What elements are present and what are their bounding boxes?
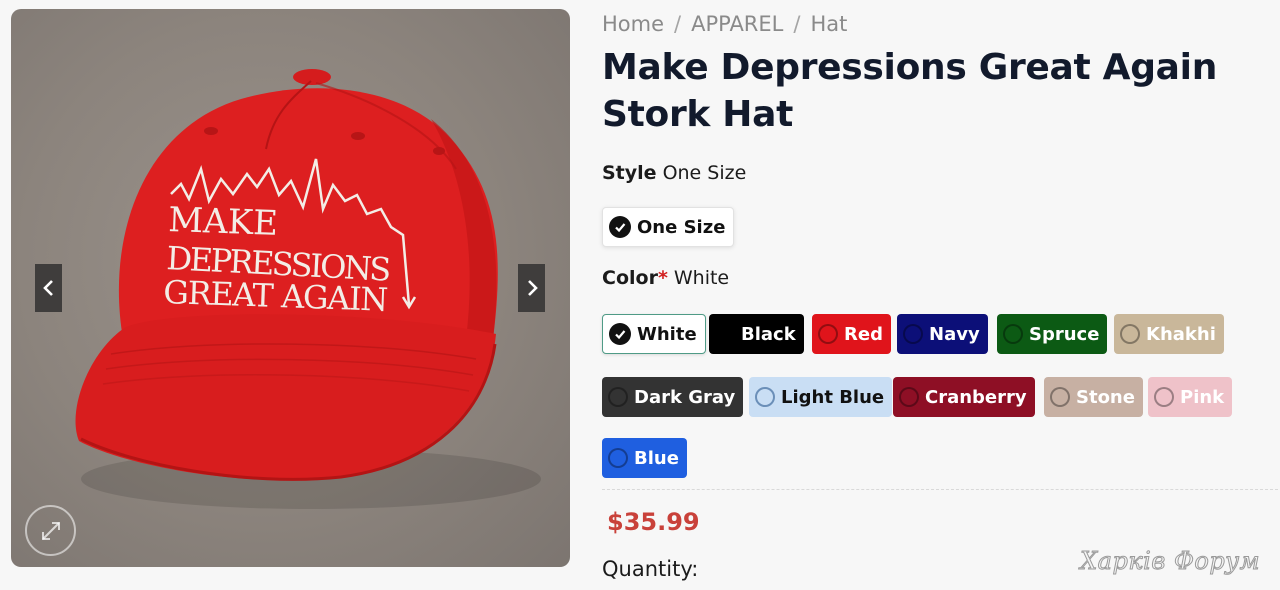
breadcrumb-subcategory[interactable]: Hat	[810, 12, 847, 36]
color-swatch-khakhi[interactable]: Khakhi	[1114, 314, 1224, 354]
swatch-dot	[818, 324, 838, 344]
swatch-label: Spruce	[1029, 323, 1100, 345]
swatch-label: Red	[844, 323, 883, 345]
swatch-label: Pink	[1180, 386, 1225, 408]
swatch-dot	[899, 387, 919, 407]
cap-text-line-1: MAKE	[168, 200, 279, 244]
previous-image-button[interactable]	[35, 264, 62, 312]
color-swatch-black[interactable]: Black	[709, 314, 804, 354]
swatch-label: Cranberry	[925, 386, 1027, 408]
swatch-label: White	[637, 323, 697, 345]
product-image: MAKE DEPRESSIONS GREAT AGAIN	[75, 69, 541, 509]
chevron-left-icon	[42, 280, 53, 296]
zoom-image-button[interactable]	[25, 505, 76, 556]
check-icon	[609, 323, 631, 345]
color-swatch-dark-gray[interactable]: Dark Gray	[602, 377, 744, 417]
swatch-dot	[1003, 324, 1023, 344]
swatch-dot	[1050, 387, 1070, 407]
swatch-dot	[903, 324, 923, 344]
style-option-label: Style One Size	[602, 162, 746, 184]
style-value: One Size	[662, 162, 747, 184]
color-option-label: Color* White	[602, 267, 729, 289]
expand-icon	[41, 521, 60, 540]
color-label: Color	[602, 267, 658, 289]
swatch-dot	[1154, 387, 1174, 407]
style-option-one-size[interactable]: One Size	[602, 207, 735, 247]
swatch-label: Light Blue	[781, 386, 885, 408]
style-label: Style	[602, 162, 657, 184]
swatch-dot	[608, 387, 628, 407]
check-icon	[609, 216, 631, 238]
swatch-label: Navy	[929, 323, 980, 345]
breadcrumb: Home / APPAREL / Hat	[602, 12, 847, 36]
product-image-gallery: MAKE DEPRESSIONS GREAT AGAIN	[11, 9, 570, 567]
swatch-dot	[608, 448, 628, 468]
chevron-right-icon	[527, 280, 538, 296]
swatch-label: Stone	[1076, 386, 1135, 408]
swatch-label: Dark Gray	[634, 386, 736, 408]
swatch-dot	[1120, 324, 1140, 344]
color-swatch-cranberry[interactable]: Cranberry	[893, 377, 1035, 417]
required-mark: *	[657, 267, 668, 289]
breadcrumb-separator: /	[793, 12, 801, 36]
color-swatch-navy[interactable]: Navy	[897, 314, 988, 354]
divider	[602, 489, 1278, 490]
watermark: Харків Форум	[1080, 547, 1260, 576]
swatch-label: Black	[741, 323, 796, 345]
breadcrumb-separator: /	[674, 12, 682, 36]
product-title: Make Depressions Great Again Stork Hat	[602, 47, 1218, 135]
product-price: $35.99	[607, 508, 700, 536]
next-image-button[interactable]	[518, 264, 545, 312]
swatch-dot	[715, 324, 735, 344]
cap-text-line-3: GREAT AGAIN	[163, 273, 389, 319]
color-swatch-spruce[interactable]: Spruce	[997, 314, 1108, 354]
breadcrumb-home[interactable]: Home	[602, 12, 664, 36]
swatch-dot	[755, 387, 775, 407]
color-swatch-pink[interactable]: Pink	[1148, 377, 1233, 417]
swatch-label: Khakhi	[1146, 323, 1216, 345]
quantity-label: Quantity:	[602, 557, 699, 581]
swatch-label: Blue	[634, 447, 679, 469]
color-swatch-light-blue[interactable]: Light Blue	[749, 377, 893, 417]
breadcrumb-category[interactable]: APPAREL	[691, 12, 783, 36]
color-swatch-stone[interactable]: Stone	[1044, 377, 1143, 417]
color-swatch-white[interactable]: White	[602, 314, 706, 354]
color-swatch-red[interactable]: Red	[812, 314, 891, 354]
color-swatch-blue[interactable]: Blue	[602, 438, 687, 478]
color-value: White	[673, 267, 730, 289]
swatch-label: One Size	[637, 216, 726, 238]
